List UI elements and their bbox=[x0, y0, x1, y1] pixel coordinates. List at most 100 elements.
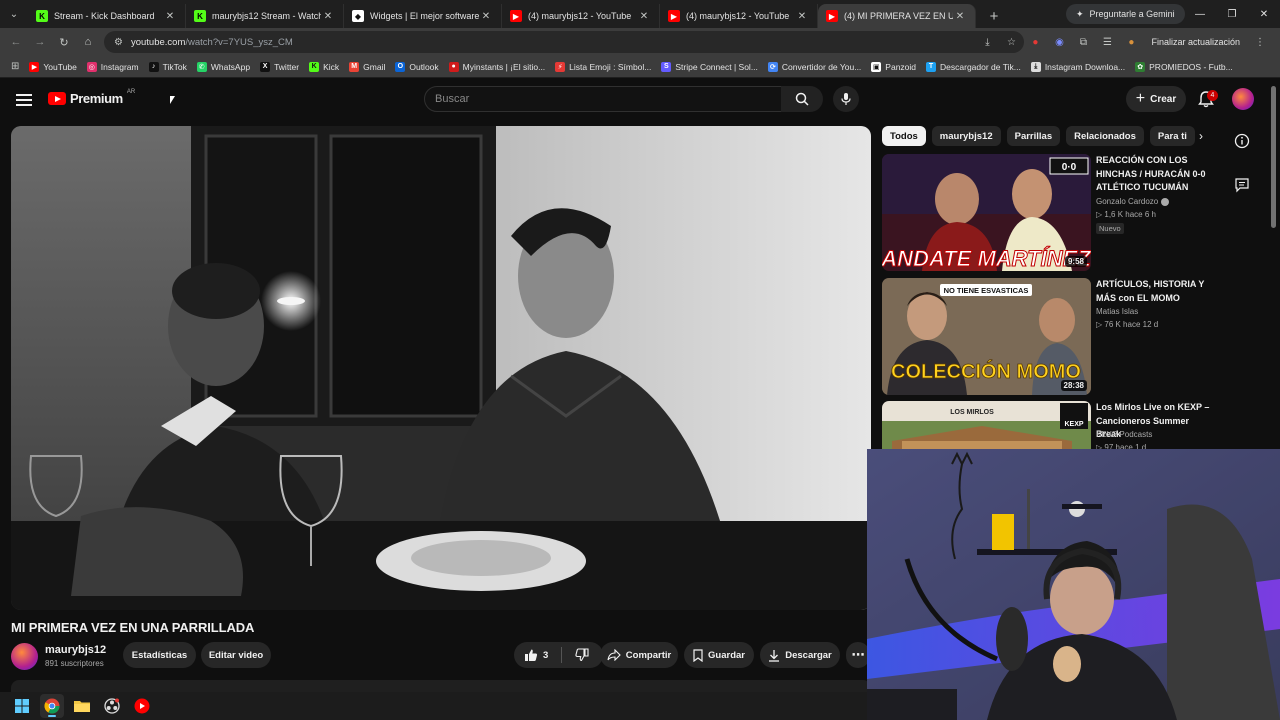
close-tab-icon[interactable]: ✕ bbox=[321, 11, 335, 22]
browser-tab[interactable]: ◆ Widgets | El mejor software pa ✕ bbox=[344, 4, 502, 28]
windows-start-icon[interactable] bbox=[10, 694, 34, 718]
download-button[interactable]: Descargar bbox=[760, 642, 840, 668]
bookmark-item[interactable]: ✿ PROMIEDOS - Futb... bbox=[1130, 61, 1238, 72]
file-explorer-icon[interactable] bbox=[70, 694, 94, 718]
info-icon[interactable] bbox=[1233, 132, 1251, 150]
channel-name[interactable]: maurybjs12 bbox=[45, 644, 106, 656]
bookmark-item[interactable]: ▶ YouTube bbox=[24, 61, 81, 72]
minimize-icon[interactable]: — bbox=[1184, 0, 1216, 28]
profile-icon[interactable]: ● bbox=[1121, 32, 1141, 52]
bookmark-item[interactable]: ♪ TikTok bbox=[144, 61, 192, 72]
bookmark-item[interactable]: X Twitter bbox=[255, 61, 304, 72]
voice-search-button[interactable] bbox=[833, 86, 859, 112]
close-tab-icon[interactable]: ✕ bbox=[953, 11, 967, 22]
youtube-premium-logo[interactable]: Premium AR bbox=[48, 89, 135, 106]
bookmark-label: Instagram Downloa... bbox=[1044, 61, 1126, 72]
tab-search-icon[interactable]: ⌄ bbox=[0, 0, 28, 28]
close-tab-icon[interactable]: ✕ bbox=[163, 11, 177, 22]
page-scrollbar[interactable] bbox=[1271, 86, 1276, 228]
chip-relacionados[interactable]: Relacionados bbox=[1066, 126, 1144, 146]
converter-icon: ⟳ bbox=[767, 61, 778, 72]
share-button[interactable]: Compartir bbox=[600, 642, 678, 668]
description-box[interactable] bbox=[11, 680, 871, 692]
chrome-taskbar-icon[interactable] bbox=[40, 694, 64, 718]
gemini-button[interactable]: ✦ Preguntarle a Gemini bbox=[1066, 4, 1185, 24]
tab-strip: ⌄ K Stream - Kick Dashboard ✕ K maurybjs… bbox=[0, 0, 1280, 28]
bookmark-label: Twitter bbox=[274, 61, 300, 72]
like-thumbs-up-icon[interactable] bbox=[524, 648, 538, 662]
bookmark-label: Lista Emoji : Símbol... bbox=[569, 61, 652, 72]
browser-tab[interactable]: K Stream - Kick Dashboard ✕ bbox=[28, 4, 186, 28]
stripe-icon: S bbox=[661, 61, 672, 72]
bookmark-star-icon[interactable]: ☆ bbox=[1001, 32, 1021, 52]
recommendation-item[interactable]: NO TIENE ESVASTICAS COLECCIÓN MOMO 28:38… bbox=[882, 278, 1222, 396]
recommendation-item[interactable]: 0·0 ANDATE MARTÍNEZ 9:58 REACCIÓN CON LO… bbox=[882, 154, 1222, 272]
reading-list-icon[interactable]: ☰ bbox=[1097, 32, 1117, 52]
side-panel-icons bbox=[1233, 132, 1251, 194]
save-button[interactable]: Guardar bbox=[684, 642, 754, 668]
chip-channel[interactable]: maurybjs12 bbox=[931, 126, 1001, 146]
bookmark-item[interactable]: ◎ Instagram bbox=[82, 61, 144, 72]
bookmark-item[interactable]: ⚡ Lista Emoji : Símbol... bbox=[550, 61, 656, 72]
close-tab-icon[interactable]: ✕ bbox=[795, 11, 809, 22]
browser-tab[interactable]: K maurybjs12 Stream - Watch Live ✕ bbox=[186, 4, 344, 28]
extension-red-icon[interactable]: ● bbox=[1025, 32, 1045, 52]
recommendation-channel[interactable]: KEXP Podcasts bbox=[1096, 430, 1152, 439]
bookmark-item[interactable]: S Stripe Connect | Sol... bbox=[656, 61, 763, 72]
chevron-right-icon[interactable]: › bbox=[1192, 126, 1210, 146]
reload-icon[interactable]: ↻ bbox=[52, 30, 76, 54]
browser-tab-active[interactable]: ▶ (4) MI PRIMERA VEZ EN UNA P ✕ bbox=[818, 4, 976, 28]
obs-taskbar-icon[interactable] bbox=[100, 694, 124, 718]
recommendation-channel[interactable]: Matias Islas bbox=[1096, 307, 1138, 316]
chip-para-ti[interactable]: Para ti bbox=[1149, 126, 1195, 146]
browser-tab[interactable]: ▶ (4) maurybjs12 - YouTube ✕ bbox=[660, 4, 818, 28]
youtube-taskbar-icon[interactable] bbox=[130, 694, 154, 718]
create-button[interactable]: + Crear bbox=[1126, 86, 1186, 112]
search-input[interactable]: Buscar bbox=[424, 86, 782, 112]
channel-avatar[interactable] bbox=[11, 643, 38, 670]
back-arrow-icon[interactable]: ← bbox=[4, 30, 28, 54]
dislike-thumbs-down-icon[interactable] bbox=[575, 648, 589, 662]
close-tab-icon[interactable]: ✕ bbox=[637, 11, 651, 22]
bookmark-item[interactable]: ⟳ Convertidor de You... bbox=[763, 61, 866, 72]
browser-tab[interactable]: ▶ (4) maurybjs12 - YouTube ✕ bbox=[502, 4, 660, 28]
video-player[interactable] bbox=[11, 126, 871, 610]
bookmark-item[interactable]: O Outlook bbox=[390, 61, 443, 72]
recommendation-title[interactable]: ARTÍCULOS, HISTORIA Y MÁS con EL MOMO bbox=[1096, 278, 1216, 305]
home-icon[interactable]: ⌂ bbox=[76, 30, 100, 54]
install-app-icon[interactable]: ⤓ bbox=[977, 32, 997, 52]
video-thumbnail[interactable]: 0·0 ANDATE MARTÍNEZ 9:58 bbox=[882, 154, 1091, 271]
close-window-icon[interactable]: ✕ bbox=[1248, 0, 1280, 28]
site-info-icon[interactable]: ⚙ bbox=[114, 37, 123, 48]
bookmark-label: Myinstants | ¡El sitio... bbox=[462, 61, 546, 72]
update-button[interactable]: Finalizar actualización bbox=[1145, 37, 1246, 47]
recommendation-title[interactable]: REACCIÓN CON LOS HINCHAS / HURACÁN 0-0 A… bbox=[1096, 154, 1216, 195]
bookmark-item[interactable]: M Gmail bbox=[344, 61, 390, 72]
address-bar[interactable]: ⚙ youtube.com/watch?v=7YUS_ysz_CM bbox=[104, 31, 1024, 53]
menu-hamburger-icon[interactable] bbox=[16, 90, 32, 110]
recommendation-channel[interactable]: Gonzalo Cardozo bbox=[1096, 197, 1170, 206]
bookmark-item[interactable]: ● Myinstants | ¡El sitio... bbox=[444, 61, 551, 72]
menu-kebab-icon[interactable]: ⋮ bbox=[1250, 32, 1270, 52]
video-thumbnail[interactable]: NO TIENE ESVASTICAS COLECCIÓN MOMO 28:38 bbox=[882, 278, 1091, 395]
maximize-icon[interactable]: ❐ bbox=[1216, 0, 1248, 28]
new-tab-button[interactable]: + bbox=[982, 4, 1006, 28]
forward-arrow-icon[interactable]: → bbox=[28, 30, 52, 54]
bookmark-item[interactable]: ⤓ Instagram Downloa... bbox=[1026, 61, 1130, 72]
account-avatar[interactable] bbox=[1232, 88, 1254, 110]
youtube-header: Premium AR Buscar + Crear bbox=[0, 80, 1280, 120]
chat-comments-icon[interactable] bbox=[1233, 176, 1251, 194]
apps-grid-icon[interactable]: ⊞ bbox=[6, 61, 24, 72]
chip-todos[interactable]: Todos bbox=[882, 126, 926, 146]
bookmark-item[interactable]: ✆ WhatsApp bbox=[192, 61, 255, 72]
extension-audio-icon[interactable]: ◉ bbox=[1049, 32, 1069, 52]
edit-video-button[interactable]: Editar video bbox=[201, 642, 271, 668]
close-tab-icon[interactable]: ✕ bbox=[479, 11, 493, 22]
bookmark-item[interactable]: K Kick bbox=[304, 61, 344, 72]
chip-parrillas[interactable]: Parrillas bbox=[1006, 126, 1061, 146]
bookmark-item[interactable]: T Descargador de Tik... bbox=[921, 61, 1026, 72]
search-button[interactable] bbox=[781, 86, 823, 112]
bookmark-item[interactable]: ▣ Panzoid bbox=[866, 61, 921, 72]
extensions-puzzle-icon[interactable]: ⧉ bbox=[1073, 32, 1093, 52]
stats-button[interactable]: Estadísticas bbox=[123, 642, 196, 668]
